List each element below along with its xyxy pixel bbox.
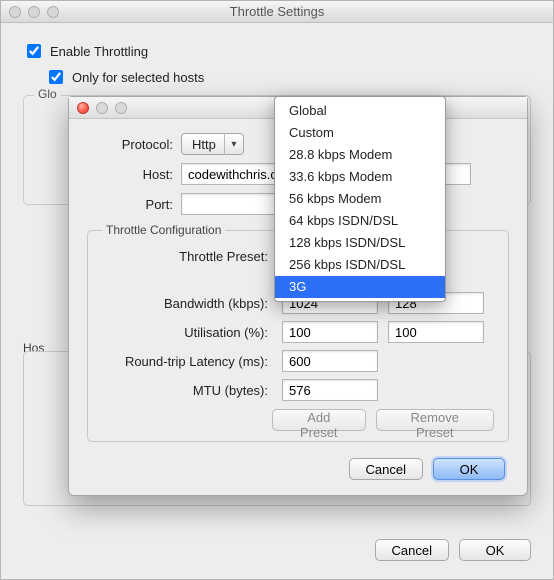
throttle-config-legend: Throttle Configuration: [102, 223, 225, 237]
preset-menu-item[interactable]: 28.8 kbps Modem: [275, 144, 445, 166]
port-label: Port:: [87, 197, 181, 212]
dialog-close-light[interactable]: [77, 102, 89, 114]
host-label: Host:: [87, 167, 181, 182]
minimize-light[interactable]: [28, 6, 40, 18]
only-selected-label: Only for selected hosts: [72, 70, 204, 85]
port-input[interactable]: [181, 193, 281, 215]
enable-throttling-checkbox[interactable]: [27, 44, 41, 58]
preset-menu-item[interactable]: 128 kbps ISDN/DSL: [275, 232, 445, 254]
enable-throttling-row: Enable Throttling: [23, 41, 531, 61]
window-title: Throttle Settings: [1, 4, 553, 19]
global-group-label: Glo: [34, 87, 61, 101]
preset-menu-item[interactable]: 256 kbps ISDN/DSL: [275, 254, 445, 276]
protocol-combo[interactable]: Http ▾: [181, 133, 244, 155]
preset-menu-item[interactable]: Global: [275, 100, 445, 122]
preset-menu-item[interactable]: 33.6 kbps Modem: [275, 166, 445, 188]
enable-throttling-label: Enable Throttling: [50, 44, 148, 59]
preset-menu-item[interactable]: 3G: [275, 276, 445, 298]
dialog-minimize-light[interactable]: [96, 102, 108, 114]
throttle-preset-menu[interactable]: GlobalCustom28.8 kbps Modem33.6 kbps Mod…: [274, 96, 446, 302]
mtu-input[interactable]: [282, 379, 378, 401]
preset-menu-item[interactable]: Custom: [275, 122, 445, 144]
utilisation-label: Utilisation (%):: [102, 325, 272, 340]
preset-menu-item[interactable]: 64 kbps ISDN/DSL: [275, 210, 445, 232]
protocol-value: Http: [192, 137, 216, 152]
dialog-ok-button[interactable]: OK: [433, 458, 505, 480]
main-button-row: Cancel OK: [375, 539, 531, 561]
protocol-label: Protocol:: [87, 137, 181, 152]
dialog-zoom-light[interactable]: [115, 102, 127, 114]
close-light[interactable]: [9, 6, 21, 18]
only-selected-checkbox[interactable]: [49, 70, 63, 84]
bandwidth-label: Bandwidth (kbps):: [102, 296, 272, 311]
rtt-label: Round-trip Latency (ms):: [102, 354, 272, 369]
cancel-button[interactable]: Cancel: [375, 539, 449, 561]
dialog-button-row: Cancel OK: [87, 458, 509, 484]
ok-button[interactable]: OK: [459, 539, 531, 561]
traffic-lights: [9, 6, 59, 18]
utilisation-upload-input[interactable]: [388, 321, 484, 343]
zoom-light[interactable]: [47, 6, 59, 18]
dialog-cancel-button[interactable]: Cancel: [349, 458, 423, 480]
preset-button-row: Add Preset Remove Preset: [272, 409, 494, 431]
only-selected-row: Only for selected hosts: [45, 67, 531, 87]
titlebar: Throttle Settings: [1, 1, 553, 23]
add-preset-button[interactable]: Add Preset: [272, 409, 366, 431]
rtt-input[interactable]: [282, 350, 378, 372]
preset-label: Throttle Preset:: [102, 249, 272, 264]
dialog-traffic-lights: [77, 102, 127, 114]
remove-preset-button[interactable]: Remove Preset: [376, 409, 494, 431]
chevron-down-icon: ▾: [225, 139, 243, 150]
utilisation-download-input[interactable]: [282, 321, 378, 343]
mtu-label: MTU (bytes):: [102, 383, 272, 398]
preset-menu-item[interactable]: 56 kbps Modem: [275, 188, 445, 210]
throttle-settings-window: Throttle Settings Enable Throttling Only…: [0, 0, 554, 580]
